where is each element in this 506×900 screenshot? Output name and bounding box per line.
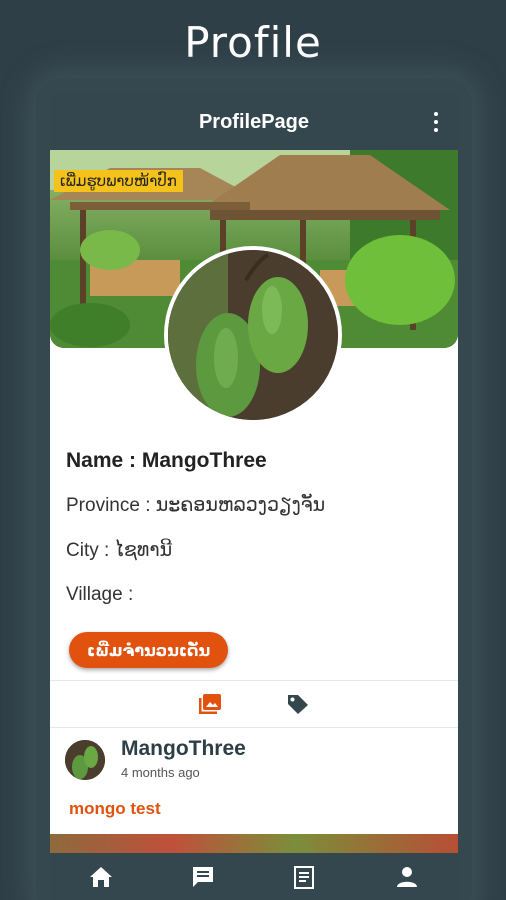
profile-name: Name : MangoThree: [66, 449, 267, 472]
chat-icon[interactable]: [190, 864, 216, 890]
more-vert-icon[interactable]: [432, 112, 440, 132]
post-timestamp: 4 months ago: [121, 765, 200, 780]
promo-title: Profile: [184, 18, 322, 67]
page-title: ProfilePage: [198, 110, 310, 133]
profile-village: Village :: [66, 584, 134, 605]
app-bar: ProfilePage: [50, 94, 458, 150]
add-cover-photo-badge[interactable]: ເພີ່ມຮູບພາບໜ້າປົກ: [54, 170, 183, 192]
profile-tabs: [50, 680, 458, 728]
post-username[interactable]: MangoThree: [121, 737, 246, 761]
mango-photo: [168, 250, 338, 420]
bottom-navigation: [50, 853, 458, 900]
add-points-button[interactable]: ເພີ່ມຈຳນວນເດັ່ນ: [69, 632, 229, 668]
app-screen: ProfilePage ເພີ່ມຮູບພາບໜ້າປົກ Name: Man…: [50, 94, 458, 900]
profile-city: City : ໄຊທານີ: [66, 540, 173, 561]
home-icon[interactable]: [88, 864, 114, 890]
person-icon[interactable]: [394, 864, 420, 890]
avatar[interactable]: [65, 740, 105, 780]
profile-avatar[interactable]: [164, 246, 342, 424]
news-icon[interactable]: [291, 864, 317, 890]
post-text: mongo test: [69, 799, 161, 818]
tag-icon[interactable]: [286, 693, 310, 715]
profile-province: Province : ນະຄອນຫລວງວຽງຈັນ: [66, 495, 326, 516]
photo-library-icon[interactable]: [198, 693, 222, 715]
profile-info: Name : MangoThree Province : ນະຄອນຫລວງວຽ…: [66, 449, 446, 629]
